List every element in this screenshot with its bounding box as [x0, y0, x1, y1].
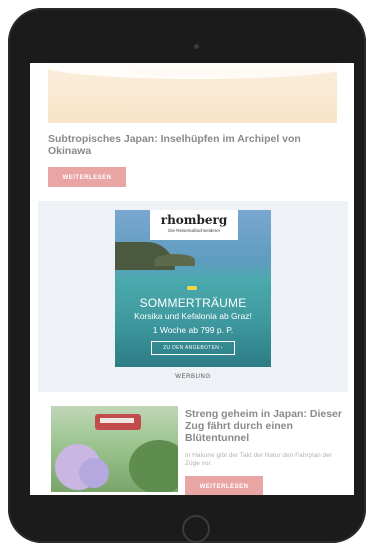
read-more-button[interactable]: WEITERLESEN [48, 167, 126, 187]
brand-name: rhomberg [160, 213, 228, 227]
article-title[interactable]: Streng geheim in Japan: Dieser Zug fährt… [185, 408, 345, 444]
read-more-button[interactable]: WEITERLESEN [185, 476, 263, 495]
ad-section: rhomberg Die Reisemaßschneiderei SOMMERT… [38, 201, 348, 392]
ad-offer-line: Korsika und Kefalonia ab Graz! [134, 311, 252, 321]
ad-banner[interactable]: rhomberg Die Reisemaßschneiderei SOMMERT… [115, 210, 271, 367]
hydrangea-flowers-secondary [79, 458, 109, 488]
screen: Subtropisches Japan: Inselhüpfen im Arch… [30, 63, 354, 495]
article-teaser: In Hakone gibt der Takt der Natur den Fa… [185, 452, 332, 467]
brand-tagline: Die Reisemaßschneiderei [168, 228, 220, 233]
train [95, 414, 141, 430]
article-title[interactable]: Subtropisches Japan: Inselhüpfen im Arch… [48, 133, 338, 157]
front-camera [194, 44, 199, 49]
kayak [187, 286, 197, 290]
green-bush [129, 440, 178, 492]
ad-price-line: 1 Woche ab 799 p. P. [152, 325, 234, 335]
article-thumbnail-train[interactable] [51, 406, 178, 492]
wave-foam-secondary [128, 67, 328, 77]
ad-headline: SOMMERTRÄUME [139, 296, 247, 310]
coast-rocks [155, 254, 195, 266]
article-image-beach[interactable] [48, 63, 337, 123]
ad-label: WERBUNG [175, 374, 211, 380]
ad-cta-button[interactable]: ZU DEN ANGEBOTEN › [151, 341, 235, 355]
home-button[interactable] [182, 515, 210, 543]
brand-logo: rhomberg Die Reisemaßschneiderei [150, 210, 238, 240]
